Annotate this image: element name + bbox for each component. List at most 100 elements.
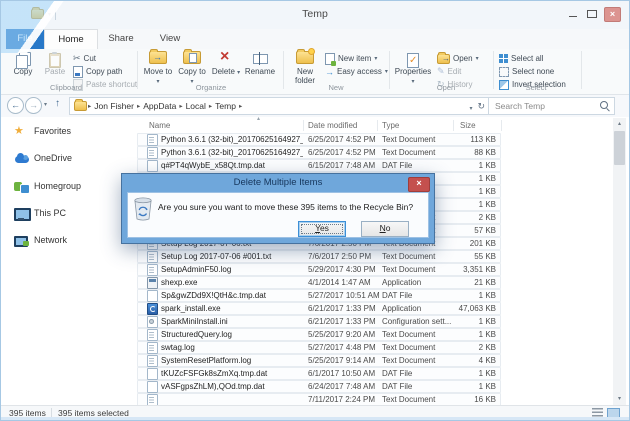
table-row[interactable]: SetupAdminF50.log 5/29/2017 4:30 PM Text… <box>135 263 611 276</box>
tab-view[interactable]: View <box>146 29 194 49</box>
up-button[interactable] <box>55 98 60 109</box>
table-row[interactable]: tKUZcFSFGk8sZmXq.tmp.dat 6/1/2017 10:50 … <box>135 367 611 380</box>
breadcrumb-item[interactable]: Temp <box>213 101 238 111</box>
select-all-button[interactable]: Select all <box>499 53 543 64</box>
edit-button[interactable]: Edit <box>437 66 461 77</box>
sidebar-item-icon <box>14 234 31 247</box>
close-button[interactable] <box>604 7 621 22</box>
table-row[interactable]: q#PT4qWybE_x58Qt.tmp.dat 6/15/2017 7:48 … <box>135 159 611 172</box>
table-row[interactable]: Sp&gwZDd9X!QtH&c.tmp.dat 5/27/2017 10:51… <box>135 289 611 302</box>
new-item-button[interactable]: New item▾ <box>325 53 377 64</box>
select-all-icon <box>499 54 508 63</box>
file-type-icon <box>147 134 158 146</box>
select-none-button[interactable]: Select none <box>499 66 554 77</box>
move-to-button[interactable]: Move to ▾ <box>143 51 173 87</box>
maximize-button[interactable] <box>584 7 599 20</box>
forward-button[interactable] <box>25 97 42 114</box>
file-date-modified: 6/1/2017 10:50 AM <box>308 369 375 378</box>
tab-share[interactable]: Share <box>96 29 146 49</box>
file-size: 1 KB <box>435 161 496 170</box>
table-row[interactable]: swtag.log 5/27/2017 4:48 PM Text Documen… <box>135 341 611 354</box>
sidebar-item[interactable]: Homegroup <box>1 179 131 195</box>
properties-button[interactable]: Properties ▾ <box>393 51 433 87</box>
vertical-scrollbar[interactable] <box>613 118 626 405</box>
table-row[interactable]: Setup Log 2017-07-06 #001.txt 7/6/2017 2… <box>135 250 611 263</box>
column-header-size[interactable]: Size <box>460 121 476 130</box>
sidebar-item-icon <box>14 152 31 165</box>
breadcrumb-item[interactable]: AppData <box>141 101 178 111</box>
title-bar: ▾ Temp <box>1 1 629 29</box>
divider <box>137 51 138 89</box>
column-header-type[interactable]: Type <box>382 121 399 130</box>
delete-button[interactable]: Delete ▾ <box>211 51 241 78</box>
sidebar-item-icon <box>14 180 31 193</box>
breadcrumb-item[interactable]: Local <box>184 101 208 111</box>
file-name: tKUZcFSFGk8sZmXq.tmp.dat <box>161 369 303 378</box>
table-row[interactable]: SparkMiniInstall.ini 6/21/2017 1:33 PM C… <box>135 315 611 328</box>
column-header-date-modified[interactable]: Date modified <box>308 121 357 130</box>
ribbon-tab-row: File Home Share View <box>1 29 629 50</box>
sidebar-item[interactable]: Favorites <box>1 124 131 140</box>
table-row[interactable]: shexp.exe 4/1/2014 1:47 AM Application 2… <box>135 276 611 289</box>
properties-icon <box>407 53 419 68</box>
file-type-icon <box>147 355 158 367</box>
table-row[interactable]: spark_install.exe 6/21/2017 1:33 PM Appl… <box>135 302 611 315</box>
open-button[interactable]: Open▾ <box>437 53 479 64</box>
file-name: q#PT4qWybE_x58Qt.tmp.dat <box>161 161 303 170</box>
file-size: 1 KB <box>435 317 496 326</box>
paste-button[interactable]: Paste <box>41 51 69 76</box>
file-type-icon <box>147 329 158 341</box>
scroll-down-icon[interactable] <box>613 393 626 405</box>
breadcrumb-item[interactable]: Jon Fisher <box>92 101 136 111</box>
breadcrumb[interactable]: Jon Fisher AppData Local Temp <box>69 97 489 115</box>
column-header-name[interactable]: Name <box>149 121 170 130</box>
tab-home[interactable]: Home <box>44 29 98 50</box>
dialog-body: Are you sure you want to move these 395 … <box>127 192 429 238</box>
copy-path-button[interactable]: Copy path <box>73 66 122 77</box>
table-row[interactable]: StructuredQuery.log 5/25/2017 9:20 AM Te… <box>135 328 611 341</box>
move-to-icon <box>149 51 167 64</box>
table-row[interactable]: Python 3.6.1 (32-bit)_20170625164927_00.… <box>135 133 611 146</box>
file-size: 88 KB <box>435 148 496 157</box>
no-button[interactable]: No <box>361 221 409 237</box>
details-view-button[interactable] <box>592 408 603 417</box>
sidebar-item-label: Homegroup <box>34 181 81 191</box>
table-row[interactable]: Python 3.6.1 (32-bit)_20170625164927_01.… <box>135 146 611 159</box>
divider <box>303 120 304 131</box>
file-size: 55 KB <box>435 252 496 261</box>
copy-to-button[interactable]: Copy to ▾ <box>177 51 207 87</box>
easy-access-button[interactable]: Easy access▾ <box>325 66 388 77</box>
scroll-up-icon[interactable] <box>613 118 626 130</box>
yes-button[interactable]: Yes <box>298 221 346 237</box>
refresh-icon[interactable] <box>477 101 485 112</box>
recent-locations-icon[interactable] <box>44 101 47 108</box>
new-folder-icon <box>296 51 314 64</box>
file-type-icon <box>147 342 158 354</box>
copy-path-icon <box>73 66 83 78</box>
dialog-close-button[interactable] <box>408 177 430 192</box>
file-date-modified: 6/24/2017 7:48 AM <box>308 382 375 391</box>
recycle-bin-icon <box>133 197 153 221</box>
file-name: shexp.exe <box>161 278 303 287</box>
cut-button[interactable]: Cut <box>73 53 96 64</box>
rename-button[interactable]: Rename <box>243 51 277 76</box>
table-row[interactable]: vASFgpsZhLM),QOd.tmp.dat 6/24/2017 7:48 … <box>135 380 611 393</box>
divider <box>493 51 494 89</box>
address-dropdown-icon[interactable] <box>469 102 472 112</box>
scrollbar-thumb[interactable] <box>614 131 625 165</box>
minimize-button[interactable] <box>566 7 581 20</box>
file-size: 1 KB <box>435 187 496 196</box>
sidebar-item[interactable]: Network <box>1 233 131 249</box>
sidebar-item[interactable]: This PC <box>1 206 131 222</box>
search-input[interactable] <box>493 99 597 113</box>
file-date-modified: 6/25/2017 4:52 PM <box>308 148 376 157</box>
sidebar-item-label: OneDrive <box>34 153 72 163</box>
back-button[interactable] <box>7 97 24 114</box>
new-folder-button[interactable]: New folder <box>289 51 321 85</box>
table-row[interactable]: SystemResetPlatform.log 5/25/2017 9:14 A… <box>135 354 611 367</box>
sidebar-item[interactable]: OneDrive <box>1 151 131 167</box>
tab-file[interactable]: File <box>6 29 44 49</box>
window-bottom-border <box>1 417 629 420</box>
search-icon <box>600 101 608 109</box>
copy-button[interactable]: Copy <box>9 51 37 76</box>
